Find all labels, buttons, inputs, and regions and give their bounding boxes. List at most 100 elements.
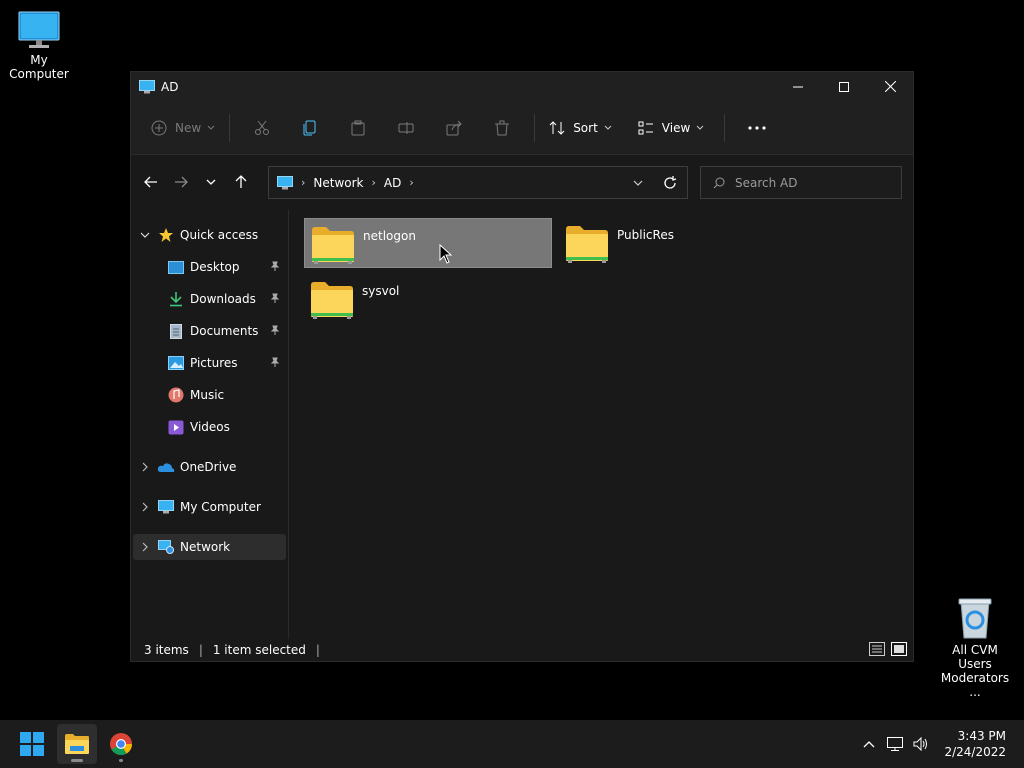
new-label: New — [175, 120, 202, 135]
navigation-pane: Quick access Desktop Downloads Documents — [131, 210, 289, 639]
status-bar: 3 items | 1 item selected | — [131, 639, 913, 661]
sidebar-item-label: Desktop — [190, 260, 240, 274]
expander-right-icon[interactable] — [133, 542, 157, 552]
details-view-button[interactable] — [869, 641, 885, 659]
clock-time: 3:43 PM — [957, 729, 1006, 743]
maximize-button[interactable] — [821, 72, 867, 101]
large-icons-view-button[interactable] — [891, 641, 907, 659]
paste-button[interactable] — [334, 112, 382, 144]
breadcrumb-ad[interactable]: AD — [384, 176, 401, 190]
title-bar[interactable]: AD — [131, 72, 913, 101]
refresh-button[interactable] — [653, 175, 687, 190]
sidebar-item-label: Music — [190, 388, 225, 402]
sidebar-item-videos[interactable]: Videos — [133, 414, 286, 440]
expander-right-icon[interactable] — [133, 502, 157, 512]
document-icon — [167, 323, 185, 339]
sidebar-item-label: Pictures — [190, 356, 238, 370]
address-bar[interactable]: › Network › AD › — [268, 166, 688, 199]
system-tray: 3:43 PM 2/24/2022 — [856, 720, 1024, 768]
chevron-down-icon — [633, 180, 643, 186]
start-button[interactable] — [12, 724, 52, 764]
search-box[interactable]: Search AD — [700, 166, 902, 199]
sort-icon — [549, 120, 565, 135]
sidebar-item-label: Network — [180, 540, 231, 554]
sidebar-item-label: OneDrive — [180, 460, 237, 474]
monitor-icon — [18, 11, 60, 48]
pin-icon — [270, 356, 280, 370]
details-view-icon — [869, 641, 885, 656]
pin-icon — [270, 324, 280, 338]
address-history-button[interactable] — [623, 180, 653, 186]
arrow-left-icon — [144, 176, 157, 188]
sidebar-item-desktop[interactable]: Desktop — [133, 254, 286, 280]
more-options-button[interactable] — [733, 112, 781, 144]
sidebar-item-quick-access[interactable]: Quick access — [133, 222, 286, 248]
network-status-button[interactable] — [882, 737, 908, 751]
sidebar-item-label: Documents — [190, 324, 259, 338]
desktop-icon-my-computer[interactable]: My Computer — [0, 10, 78, 81]
new-button[interactable]: New — [145, 112, 221, 144]
cloud-icon — [157, 459, 175, 475]
sidebar-item-my-computer[interactable]: My Computer — [133, 494, 286, 520]
cut-button[interactable] — [238, 112, 286, 144]
music-icon — [167, 387, 185, 403]
close-button[interactable] — [867, 72, 913, 101]
sidebar-item-downloads[interactable]: Downloads — [133, 286, 286, 312]
star-icon — [157, 227, 175, 243]
rename-button[interactable] — [382, 112, 430, 144]
minimize-button[interactable] — [775, 72, 821, 101]
arrow-up-icon — [235, 175, 247, 188]
running-indicator — [119, 759, 123, 762]
chevron-down-icon — [206, 179, 216, 185]
plus-circle-icon — [151, 120, 167, 135]
taskbar-chrome[interactable] — [101, 724, 141, 764]
desktop-icon-recycle-bin[interactable]: All CVM Users Moderators ... — [934, 596, 1016, 699]
clipboard-icon — [351, 120, 365, 135]
sidebar-item-documents[interactable]: Documents — [133, 318, 286, 344]
sidebar-item-network[interactable]: Network — [133, 534, 286, 560]
up-button[interactable] — [226, 167, 256, 197]
share-button[interactable] — [430, 112, 478, 144]
chrome-icon — [110, 733, 132, 755]
expander-right-icon[interactable] — [133, 462, 157, 472]
monitor-icon — [139, 79, 155, 93]
view-button[interactable]: View — [632, 112, 710, 144]
back-button[interactable] — [136, 167, 166, 197]
breadcrumb-network[interactable]: Network — [313, 176, 363, 190]
breadcrumb-separator: › — [409, 176, 414, 189]
delete-button[interactable] — [478, 112, 526, 144]
expander-down-icon[interactable] — [133, 232, 157, 238]
folder-item-netlogon[interactable]: netlogon — [304, 218, 552, 268]
recent-locations-button[interactable] — [196, 167, 226, 197]
show-hidden-icons-button[interactable] — [856, 740, 882, 748]
mouse-cursor-icon — [439, 244, 453, 264]
copy-button[interactable] — [286, 112, 334, 144]
item-count: 3 items — [144, 643, 189, 657]
folder-item-publicres[interactable]: PublicRes — [559, 218, 807, 268]
trash-icon — [495, 120, 510, 135]
view-list-icon — [638, 121, 653, 134]
monitor-icon — [277, 175, 293, 189]
network-wired-icon — [887, 737, 904, 751]
clock[interactable]: 3:43 PM 2/24/2022 — [944, 728, 1006, 760]
desktop-icon-label: My Computer — [9, 53, 69, 81]
chevron-down-icon — [207, 125, 215, 130]
sidebar-item-music[interactable]: Music — [133, 382, 286, 408]
folder-icon — [312, 227, 354, 264]
network-icon — [157, 539, 175, 555]
folder-item-sysvol[interactable]: sysvol — [304, 274, 552, 324]
sidebar-item-onedrive[interactable]: OneDrive — [133, 454, 286, 480]
picture-icon — [167, 355, 185, 371]
share-icon — [446, 120, 462, 135]
taskbar-file-explorer[interactable] — [57, 724, 97, 764]
sidebar-item-pictures[interactable]: Pictures — [133, 350, 286, 376]
volume-button[interactable] — [908, 737, 934, 751]
forward-button[interactable] — [166, 167, 196, 197]
sort-button[interactable]: Sort — [543, 112, 618, 144]
chevron-down-icon — [696, 125, 704, 130]
view-label: View — [661, 120, 691, 135]
breadcrumb-separator: › — [371, 176, 376, 189]
window-title: AD — [161, 79, 179, 94]
scissors-icon — [255, 120, 270, 135]
content-area: Quick access Desktop Downloads Documents — [131, 210, 913, 639]
